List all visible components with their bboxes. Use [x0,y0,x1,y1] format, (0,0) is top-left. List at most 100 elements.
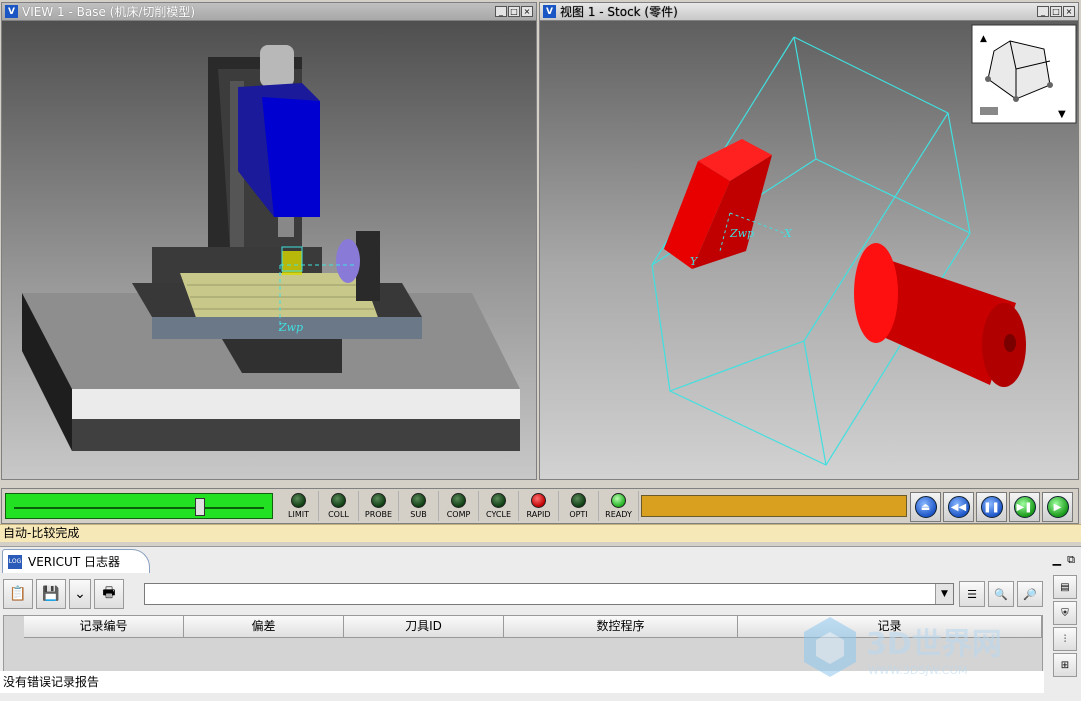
single-step-button[interactable]: ▶❚ [1009,492,1040,522]
list-icon: ☰ [967,587,977,601]
indicator-ready: READY [599,491,639,521]
indicator-led-icon [331,493,346,508]
restore-button[interactable]: □ [508,6,520,17]
stock-x-label: X [783,227,793,240]
log-toolbar: 📋 💾 ⌄ 🖶 ▼ ☰ 🔍 🔎 [3,577,1043,611]
clipboard-check-icon: 📋 [9,586,27,602]
tree-icon: ⫶ [1063,633,1067,645]
log-table-header: 记录编号 偏差 刀具ID 数控程序 记录 [24,616,1042,638]
indicator-coll: COLL [319,491,359,521]
simulation-progress-bar [641,495,907,517]
save-log-button[interactable]: 💾 [36,579,66,609]
indicator-led-icon [611,493,626,508]
log-icon: ▤ [1060,581,1070,593]
machine-view-titlebar: V VIEW 1 - Base (机床/切削模型) _ □ × [2,3,536,21]
log-filter-combo[interactable]: ▼ [144,583,954,605]
reset-model-button[interactable]: ⏏ [910,492,941,522]
svg-text:▼: ▼ [1058,109,1066,120]
indicator-probe: PROBE [359,491,399,521]
indicator-led-icon [451,493,466,508]
stock-view-titlebar: V 视图 1 - Stock (零件) _ □ × [540,3,1078,21]
save-icon: 💾 [42,586,60,602]
play-icon: ▶ [1046,496,1069,518]
printer-icon: 🖶 [102,585,116,601]
indicator-label: LIMIT [288,510,309,519]
indicator-led-icon [571,493,586,508]
tree-button[interactable]: ⫶ [1053,627,1077,651]
speed-slider-thumb[interactable] [195,498,205,516]
indicator-label: OPTI [569,510,588,519]
vericut-logo-icon: V [543,5,556,18]
status-bar: 自动-比较完成 [0,524,1081,542]
indicator-label: PROBE [364,510,393,519]
speed-slider[interactable] [5,493,273,519]
indicator-led-icon [531,493,546,508]
column-record-number[interactable]: 记录编号 [24,616,184,637]
restore-button[interactable]: □ [1050,6,1062,17]
panel-minimize-icon[interactable]: ▁ [1053,553,1061,567]
indicator-led-icon [371,493,386,508]
stock-view[interactable]: V 视图 1 - Stock (零件) _ □ × Zwp X Y ▼ ▲ [539,2,1079,480]
indicator-led-icon [411,493,426,508]
log-side-toolbar: ▤ ⛨ ⫶ ⊞ [1053,575,1079,677]
column-record[interactable]: 记录 [738,616,1042,637]
simulation-control-bar: LIMIT COLL PROBE SUB COMP CYCLE RAPID OPTI READY… [1,488,1079,524]
close-button[interactable]: × [1063,6,1075,17]
tab-vericut-logger[interactable]: LOG VERICUT 日志器 [2,549,150,573]
indicator-cycle: CYCLE [479,491,519,521]
machine-wp-label: Zwp [278,321,303,334]
indicator-opti: OPTI [559,491,599,521]
indicator-led-icon [491,493,506,508]
windows-button[interactable]: ⊞ [1053,653,1077,677]
panel-undock-icon[interactable]: ⧉ [1067,553,1075,567]
log-icon: LOG [8,554,22,569]
machine-scene[interactable]: Zwp [2,21,537,479]
close-button[interactable]: × [521,6,533,17]
indicator-led-icon [291,493,306,508]
pause-button[interactable]: ❚❚ [976,492,1007,522]
reset-icon: ⏏ [914,496,937,518]
vericut-logo-icon: V [5,5,18,18]
save-options-button[interactable]: ⌄ [69,579,91,609]
pause-icon: ❚❚ [980,496,1003,518]
indicator-comp: COMP [439,491,479,521]
stock-scene[interactable]: Zwp X Y ▼ ▲ [540,21,1079,479]
clipboard-check-button[interactable]: 📋 [3,579,33,609]
find-next-button[interactable]: 🔎 [1017,581,1043,607]
machine-view-title: VIEW 1 - Base (机床/切削模型) [22,5,196,19]
indicator-rapid: RAPID [519,491,559,521]
shield-button[interactable]: ⛨ [1053,601,1077,625]
log-empty-message: 没有错误记录报告 [0,671,1044,693]
column-deviation[interactable]: 偏差 [184,616,344,637]
chevron-down-icon: ⌄ [74,586,86,602]
stock-view-title: 视图 1 - Stock (零件) [560,5,678,19]
binoculars-next-icon: 🔎 [1023,587,1037,601]
play-to-end-button[interactable]: ▶ [1042,492,1073,522]
column-tool-id[interactable]: 刀具ID [344,616,504,637]
machine-view[interactable]: V VIEW 1 - Base (机床/切削模型) _ □ × Zwp [1,2,537,480]
indicator-label: READY [605,510,632,519]
minimize-button[interactable]: _ [495,6,507,17]
list-view-button[interactable]: ☰ [959,581,985,607]
combo-dropdown-icon[interactable]: ▼ [935,584,953,604]
status-indicator-group: LIMIT COLL PROBE SUB COMP CYCLE RAPID OPTI READY [279,491,639,521]
minimize-button[interactable]: _ [1037,6,1049,17]
logger-button[interactable]: ▤ [1053,575,1077,599]
svg-text:▲: ▲ [980,34,987,44]
indicator-label: COMP [446,510,471,519]
windows-icon: ⊞ [1060,659,1070,671]
stock-wp-label: Zwp [729,227,754,240]
find-button[interactable]: 🔍 [988,581,1014,607]
tab-vericut-logger-label: VERICUT 日志器 [28,555,120,569]
rewind-button[interactable]: ◀◀ [943,492,974,522]
column-nc-program[interactable]: 数控程序 [504,616,738,637]
print-button[interactable]: 🖶 [94,579,124,609]
step-icon: ▶❚ [1013,496,1036,518]
log-panel: LOG VERICUT 日志器 ▁ ⧉ 📋 💾 ⌄ 🖶 ▼ ☰ 🔍 🔎 记录编号… [0,546,1081,701]
binoculars-icon: 🔍 [994,587,1008,601]
speed-slider-track [14,507,264,509]
indicator-limit: LIMIT [279,491,319,521]
log-table[interactable]: 记录编号 偏差 刀具ID 数控程序 记录 [3,615,1043,673]
rewind-icon: ◀◀ [947,496,970,518]
indicator-label: RAPID [526,510,551,519]
